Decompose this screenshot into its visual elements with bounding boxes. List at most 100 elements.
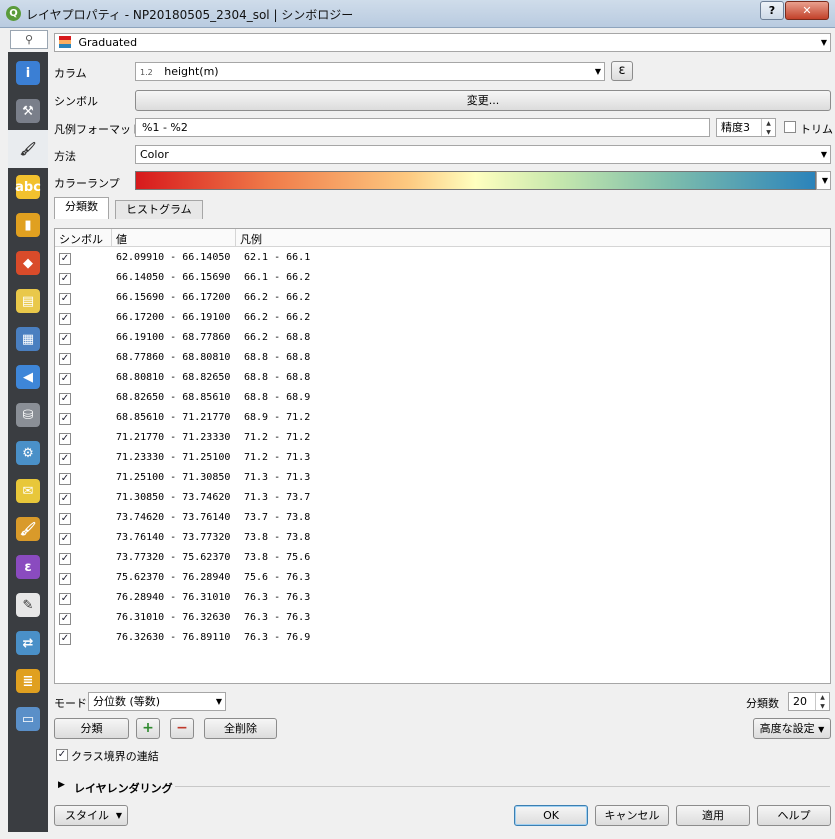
class-legend-cell[interactable]: 76.3 - 76.3 [244,612,310,623]
class-visible-checkbox[interactable]: ✓ [59,493,71,505]
table-row[interactable]: ✓ 66.15690 - 66.17200 66.2 - 66.2 [55,289,830,309]
column-select[interactable]: 1.2 height(m) ▼ [135,62,605,81]
sidebar-item-metadata[interactable]: ✎ [8,586,48,624]
class-legend-cell[interactable]: 76.3 - 76.3 [244,592,310,603]
class-value-cell[interactable]: 73.74620 - 73.76140 [116,512,230,523]
table-row[interactable]: ✓ 71.25100 - 71.30850 71.3 - 71.3 [55,469,830,489]
sidebar-item-labels[interactable]: abc [8,168,48,206]
class-visible-checkbox[interactable]: ✓ [59,433,71,445]
method-select[interactable]: Color ▼ [135,145,831,164]
class-legend-cell[interactable]: 62.1 - 66.1 [244,252,310,263]
add-class-button[interactable]: + [136,718,160,739]
class-legend-cell[interactable]: 73.7 - 73.8 [244,512,310,523]
class-value-cell[interactable]: 73.77320 - 75.62370 [116,552,230,563]
class-value-cell[interactable]: 68.77860 - 68.80810 [116,352,230,363]
color-ramp-dropdown[interactable]: ▼ [816,171,831,190]
sidebar-item-diagrams[interactable]: ▮ [8,206,48,244]
class-visible-checkbox[interactable]: ✓ [59,393,71,405]
class-value-cell[interactable]: 68.85610 - 71.21770 [116,412,230,423]
class-visible-checkbox[interactable]: ✓ [59,573,71,585]
layer-rendering-label[interactable]: レイヤレンダリング [74,780,173,796]
class-value-cell[interactable]: 75.62370 - 76.28940 [116,572,230,583]
class-value-cell[interactable]: 71.30850 - 73.74620 [116,492,230,503]
table-row[interactable]: ✓ 71.30850 - 73.74620 71.3 - 73.7 [55,489,830,509]
sidebar-item-joins[interactable]: ◀ [8,358,48,396]
class-visible-checkbox[interactable]: ✓ [59,253,71,265]
expand-arrow-icon[interactable]: ▶ [58,780,65,790]
table-row[interactable]: ✓ 68.82650 - 68.85610 68.8 - 68.9 [55,389,830,409]
sidebar-item-symbology[interactable]: 🖌 [8,130,48,168]
class-value-cell[interactable]: 62.09910 - 66.14050 [116,252,230,263]
sidebar-item-dependencies[interactable]: ⇄ [8,624,48,662]
window-close-button[interactable]: ✕ [785,1,829,20]
class-legend-cell[interactable]: 66.2 - 66.2 [244,312,310,323]
remove-class-button[interactable]: − [170,718,194,739]
class-visible-checkbox[interactable]: ✓ [59,613,71,625]
class-legend-cell[interactable]: 68.8 - 68.9 [244,392,310,403]
class-value-cell[interactable]: 66.15690 - 66.17200 [116,292,230,303]
class-value-cell[interactable]: 73.76140 - 73.77320 [116,532,230,543]
class-visible-checkbox[interactable]: ✓ [59,333,71,345]
style-button[interactable]: スタイル ▼ [54,805,128,826]
sidebar-item-source[interactable]: ⚒ [8,92,48,130]
class-value-cell[interactable]: 66.19100 - 68.77860 [116,332,230,343]
class-value-cell[interactable]: 76.32630 - 76.89110 [116,632,230,643]
table-row[interactable]: ✓ 68.80810 - 68.82650 68.8 - 68.8 [55,369,830,389]
class-value-cell[interactable]: 71.25100 - 71.30850 [116,472,230,483]
class-visible-checkbox[interactable]: ✓ [59,453,71,465]
class-legend-cell[interactable]: 66.2 - 68.8 [244,332,310,343]
expression-button[interactable]: ε [611,61,633,81]
link-boundaries-checkbox[interactable]: ✓ [56,749,68,761]
sidebar-item-rendering[interactable]: 🖌 [8,510,48,548]
sidebar-search-input[interactable]: ⚲ [10,30,48,49]
class-legend-cell[interactable]: 73.8 - 73.8 [244,532,310,543]
sidebar-item-information[interactable]: i [8,54,48,92]
table-row[interactable]: ✓ 76.31010 - 76.32630 76.3 - 76.3 [55,609,830,629]
table-row[interactable]: ✓ 73.74620 - 73.76140 73.7 - 73.8 [55,509,830,529]
table-row[interactable]: ✓ 73.76140 - 73.77320 73.8 - 73.8 [55,529,830,549]
class-legend-cell[interactable]: 71.2 - 71.2 [244,432,310,443]
class-visible-checkbox[interactable]: ✓ [59,533,71,545]
column-divider[interactable] [235,229,236,247]
class-value-cell[interactable]: 76.31010 - 76.32630 [116,612,230,623]
legend-format-input[interactable]: %1 - %2 [135,118,710,137]
table-row[interactable]: ✓ 76.32630 - 76.89110 76.3 - 76.9 [55,629,830,649]
sidebar-item-3d-view[interactable]: ◆ [8,244,48,282]
sidebar-item-display[interactable]: ✉ [8,472,48,510]
table-row[interactable]: ✓ 68.85610 - 71.21770 68.9 - 71.2 [55,409,830,429]
class-value-cell[interactable]: 68.80810 - 68.82650 [116,372,230,383]
sidebar-item-fields[interactable]: ▤ [8,282,48,320]
class-legend-cell[interactable]: 68.9 - 71.2 [244,412,310,423]
table-row[interactable]: ✓ 75.62370 - 76.28940 75.6 - 76.3 [55,569,830,589]
table-row[interactable]: ✓ 66.14050 - 66.15690 66.1 - 66.2 [55,269,830,289]
cancel-button[interactable]: キャンセル [595,805,669,826]
class-value-cell[interactable]: 71.21770 - 71.23330 [116,432,230,443]
tab-histogram[interactable]: ヒストグラム [115,200,203,219]
class-legend-cell[interactable]: 71.3 - 71.3 [244,472,310,483]
class-visible-checkbox[interactable]: ✓ [59,513,71,525]
mode-select[interactable]: 分位数 (等数) ▼ [88,692,226,711]
trim-checkbox[interactable] [784,121,796,133]
color-ramp-preview[interactable] [135,171,816,190]
advanced-settings-button[interactable]: 高度な設定 ▼ [753,718,831,739]
class-visible-checkbox[interactable]: ✓ [59,373,71,385]
window-help-button[interactable]: ? [760,1,784,20]
spin-arrows-icon[interactable]: ▲ ▼ [761,119,775,136]
class-legend-cell[interactable]: 71.3 - 73.7 [244,492,310,503]
class-legend-cell[interactable]: 71.2 - 71.3 [244,452,310,463]
ok-button[interactable]: OK [514,805,588,826]
class-legend-cell[interactable]: 73.8 - 75.6 [244,552,310,563]
table-row[interactable]: ✓ 66.19100 - 68.77860 66.2 - 68.8 [55,329,830,349]
apply-button[interactable]: 適用 [676,805,750,826]
class-value-cell[interactable]: 76.28940 - 76.31010 [116,592,230,603]
class-legend-cell[interactable]: 66.2 - 66.2 [244,292,310,303]
help-button[interactable]: ヘルプ [757,805,831,826]
class-visible-checkbox[interactable]: ✓ [59,353,71,365]
sidebar-item-auxiliary-storage[interactable]: ⛁ [8,396,48,434]
classify-button[interactable]: 分類 [54,718,129,739]
sidebar-item-variables[interactable]: ε [8,548,48,586]
table-row[interactable]: ✓ 71.21770 - 71.23330 71.2 - 71.2 [55,429,830,449]
class-value-cell[interactable]: 66.17200 - 66.19100 [116,312,230,323]
spin-arrows-icon[interactable]: ▲ ▼ [815,693,829,710]
table-row[interactable]: ✓ 76.28940 - 76.31010 76.3 - 76.3 [55,589,830,609]
